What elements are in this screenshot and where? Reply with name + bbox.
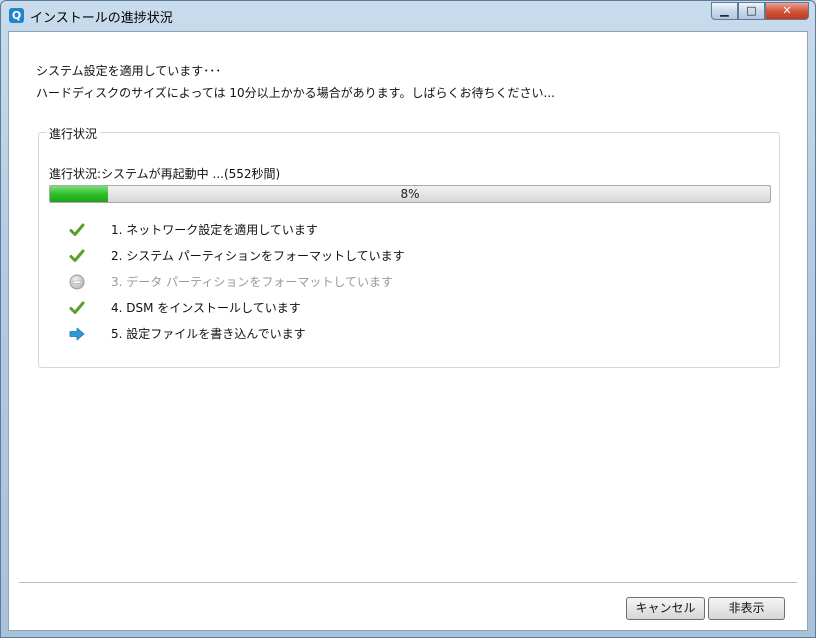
step-label: 1. ネットワーク設定を適用しています <box>111 223 318 237</box>
install-progress-window: Q インストールの進捗状況 ▁ □ ✕ システム設定を適用しています･･･ ハー… <box>0 0 816 638</box>
hide-button[interactable]: 非表示 <box>708 597 785 620</box>
step-label: 2. システム パーティションをフォーマットしています <box>111 249 405 263</box>
step-label: 5. 設定ファイルを書き込んでいます <box>111 327 306 341</box>
minimize-button[interactable]: ▁ <box>711 2 738 20</box>
close-button[interactable]: ✕ <box>765 2 809 20</box>
check-icon <box>69 223 85 236</box>
check-icon <box>69 249 85 262</box>
app-icon: Q <box>9 8 24 23</box>
title-bar[interactable]: Q インストールの進捗状況 ▁ □ ✕ <box>1 1 815 31</box>
dialog-body: システム設定を適用しています･･･ ハードディスクのサイズによっては 10分以上… <box>8 31 808 631</box>
maximize-button[interactable]: □ <box>738 2 765 20</box>
check-icon <box>69 301 85 314</box>
window-title: インストールの進捗状況 <box>30 11 173 26</box>
progress-group: 進行状況 進行状況:システムが再起動中 ...(552秒間) 8% 1. ネット… <box>38 125 780 368</box>
progress-status-text: 進行状況:システムが再起動中 ...(552秒間) <box>49 167 281 181</box>
skip-icon <box>69 274 85 290</box>
footer-divider <box>19 582 797 583</box>
progress-group-legend: 進行状況 <box>46 125 101 142</box>
cancel-button[interactable]: キャンセル <box>626 597 705 620</box>
progress-percent-label: 8% <box>400 187 420 201</box>
status-message: システム設定を適用しています･･･ <box>36 64 222 78</box>
step-label: 3. データ パーティションをフォーマットしています <box>111 275 394 289</box>
wait-message: ハードディスクのサイズによっては 10分以上かかる場合があります。しばらくお待ち… <box>36 86 555 100</box>
step-label: 4. DSM をインストールしています <box>111 301 301 315</box>
arrow-right-icon <box>69 327 85 341</box>
caption-buttons: ▁ □ ✕ <box>711 2 809 21</box>
progress-bar: 8% <box>49 185 771 203</box>
